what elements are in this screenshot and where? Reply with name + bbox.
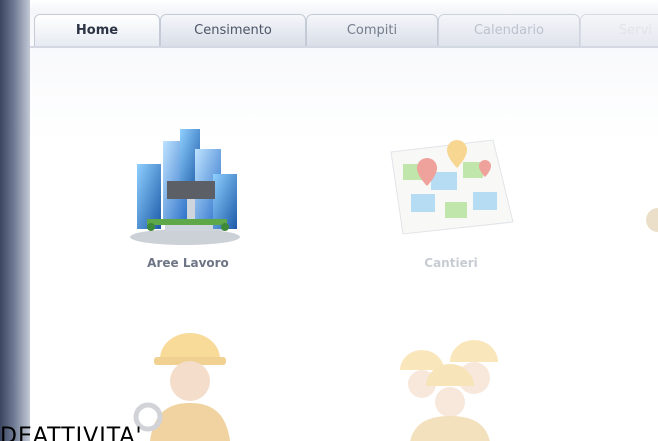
tile-team[interactable] [390,332,510,441]
tab-bar: Home Censimento Compiti Calendario Servi [30,14,658,46]
screenshot-scene: Home Censimento Compiti Calendario Servi [0,0,658,441]
tile-aree-lavoro[interactable]: Aree Lavoro [125,119,251,270]
worker-icon [133,333,230,441]
tile-worker[interactable] [130,319,250,441]
tile-partial-right[interactable] [645,200,658,244]
app-window: Home Censimento Compiti Calendario Servi [30,14,658,441]
tab-calendario[interactable]: Calendario [438,14,580,46]
buildings-icon [130,129,240,245]
tile-cantieri-label: Cantieri [424,256,478,270]
tab-censimento[interactable]: Censimento [160,14,306,46]
team-icon [400,340,498,441]
map-pins-icon [390,139,514,235]
tile-aree-lavoro-label: Aree Lavoro [147,256,229,270]
tab-servi[interactable]: Servi [580,14,658,46]
tab-compiti[interactable]: Compiti [306,14,438,46]
tab-divider [30,46,658,48]
tab-home[interactable]: Home [34,14,160,46]
caption-text: DEATTIVITA' [0,424,143,441]
frame-left-edge [0,0,30,441]
tile-cantieri[interactable]: Cantieri [383,132,519,270]
partial-icon [646,208,658,232]
top-strip [0,0,658,14]
